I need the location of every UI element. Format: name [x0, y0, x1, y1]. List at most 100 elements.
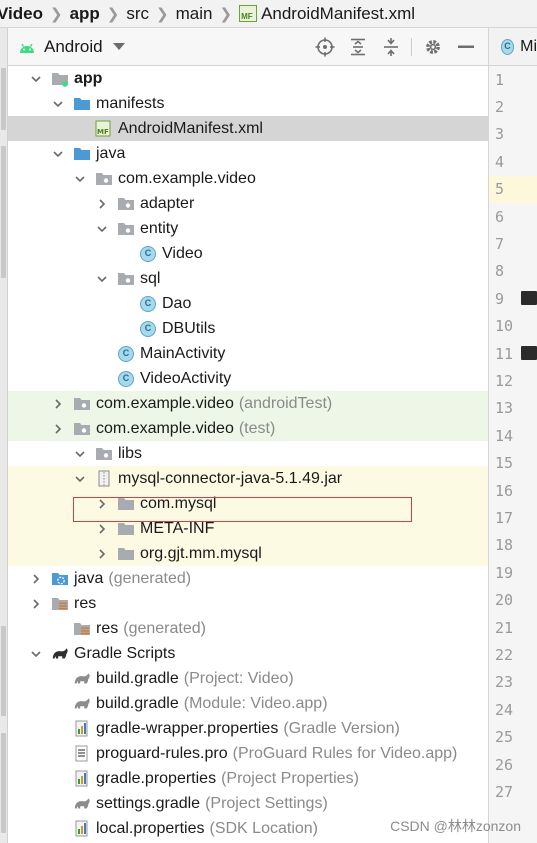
chevron-down-icon[interactable] [51, 97, 65, 111]
breadcrumb-item-src[interactable]: src ❯ [126, 4, 175, 24]
tree-node[interactable]: gradle-wrapper.properties (Gradle Version… [8, 716, 488, 741]
tree-node-label: VideoActivity [140, 369, 232, 387]
tree-node-label: app [74, 69, 103, 87]
minimize-icon [457, 45, 474, 48]
line-number: 20 [495, 591, 514, 610]
app-module-icon [51, 71, 69, 87]
expand-all-button[interactable] [341, 35, 374, 59]
chevron-down-icon[interactable] [29, 647, 43, 661]
line-number: 15 [495, 454, 514, 473]
settings-button[interactable] [416, 35, 449, 59]
tree-node[interactable]: app [8, 66, 488, 91]
line-number: 2 [495, 97, 505, 116]
package-icon [95, 446, 113, 462]
class-letter: C [140, 245, 156, 262]
project-tool-tab[interactable] [1, 68, 6, 130]
collapse-all-button[interactable] [374, 35, 407, 59]
tree-node[interactable]: com.mysql [8, 491, 488, 516]
line-number: 12 [495, 371, 514, 390]
chevron-right-icon[interactable] [95, 547, 109, 561]
tree-node[interactable]: res [8, 591, 488, 616]
tree-node-hint: (Project: Video) [183, 669, 294, 687]
tree-node[interactable]: mysql-connector-java-5.1.49.jar [8, 466, 488, 491]
line-number: 22 [495, 645, 514, 664]
chevron-down-icon[interactable] [29, 72, 43, 86]
tree-node[interactable]: org.gjt.mm.mysql [8, 541, 488, 566]
manifest-file-icon: MF [95, 120, 113, 137]
class-icon: C [117, 345, 135, 362]
gradle-file-icon [73, 796, 91, 812]
breadcrumb-label: Video [0, 3, 43, 23]
folder-gray-icon [117, 546, 135, 562]
resource-manager-tool-tab[interactable] [1, 146, 6, 278]
tree-node[interactable]: build.gradle (Module: Video.app) [8, 691, 488, 716]
properties-file-icon [73, 770, 91, 787]
class-icon: C [501, 38, 515, 55]
chevron-down-icon[interactable] [95, 222, 109, 236]
chevron-down-icon[interactable] [51, 147, 65, 161]
chevron-right-icon[interactable] [95, 197, 109, 211]
tree-node[interactable]: proguard-rules.pro (ProGuard Rules for Vi… [8, 741, 488, 766]
tree-node[interactable]: res (generated) [8, 616, 488, 641]
chevron-right-icon[interactable] [29, 572, 43, 586]
tree-node[interactable]: manifests [8, 91, 488, 116]
chevron-down-icon[interactable] [73, 172, 87, 186]
project-view-dropdown[interactable]: Android [18, 37, 125, 57]
tree-node-label: META-INF [140, 519, 215, 537]
tree-node[interactable]: libs [8, 441, 488, 466]
image-gutter-icon[interactable] [521, 291, 537, 306]
breadcrumb-item-project[interactable]: Video ❯ [0, 4, 70, 24]
chevron-right-icon[interactable] [29, 597, 43, 611]
package-icon [73, 396, 91, 412]
tree-node[interactable]: adapter [8, 191, 488, 216]
tree-node[interactable]: Gradle Scripts [8, 641, 488, 666]
breadcrumb-item-file[interactable]: MF AndroidManifest.xml [239, 4, 415, 24]
chevron-right-icon[interactable] [51, 422, 65, 436]
line-number: 7 [495, 234, 505, 253]
tree-node[interactable]: entity [8, 216, 488, 241]
breadcrumb-item-main[interactable]: main ❯ [176, 4, 239, 24]
tree-node[interactable]: C Video [8, 241, 488, 266]
tree-node[interactable]: C VideoActivity [8, 366, 488, 391]
tree-node-label: build.gradle [96, 669, 179, 687]
chevron-right-icon[interactable] [51, 397, 65, 411]
folder-gray-icon [117, 521, 135, 537]
jar-icon [95, 470, 113, 487]
editor-tab[interactable]: C Mi [489, 28, 537, 66]
properties-file-icon [73, 820, 91, 837]
chevron-down-icon[interactable] [73, 472, 87, 486]
tree-node[interactable]: C MainActivity [8, 341, 488, 366]
folder-icon [73, 146, 91, 162]
tree-node[interactable]: com.example.video (androidTest) [8, 391, 488, 416]
chevron-right-icon: ❯ [106, 5, 120, 23]
tree-node-label: com.example.video [96, 419, 234, 437]
chevron-down-icon[interactable] [73, 447, 87, 461]
tree-node[interactable]: gradle.properties (Project Properties) [8, 766, 488, 791]
tree-node[interactable]: build.gradle (Project: Video) [8, 666, 488, 691]
tree-node[interactable]: sql [8, 266, 488, 291]
hide-panel-button[interactable] [449, 35, 482, 59]
breadcrumb-label: app [69, 3, 100, 23]
breadcrumb-item-module[interactable]: app ❯ [70, 4, 127, 24]
tree-node[interactable]: C Dao [8, 291, 488, 316]
tree-node[interactable]: C DBUtils [8, 316, 488, 341]
structure-tool-tab[interactable] [1, 626, 6, 716]
tree-node[interactable]: META-INF [8, 516, 488, 541]
chevron-down-icon[interactable] [95, 272, 109, 286]
gradle-icon [51, 646, 69, 662]
image-gutter-icon[interactable] [521, 346, 537, 360]
tree-node-hint: (Module: Video.app) [183, 694, 328, 712]
chevron-right-icon[interactable] [95, 497, 109, 511]
favorites-tool-tab[interactable] [1, 733, 6, 833]
class-letter: C [118, 345, 134, 362]
breadcrumb-label: src [126, 3, 150, 23]
folder-icon [73, 96, 91, 112]
tree-node[interactable]: com.example.video [8, 166, 488, 191]
chevron-right-icon[interactable] [95, 522, 109, 536]
locate-file-button[interactable] [308, 35, 341, 59]
tree-node[interactable]: java (generated) [8, 566, 488, 591]
tree-node[interactable]: java [8, 141, 488, 166]
tree-node[interactable]: com.example.video (test) [8, 416, 488, 441]
tree-node[interactable]: settings.gradle (Project Settings) [8, 791, 488, 816]
tree-node[interactable]: MF AndroidManifest.xml [8, 116, 488, 141]
